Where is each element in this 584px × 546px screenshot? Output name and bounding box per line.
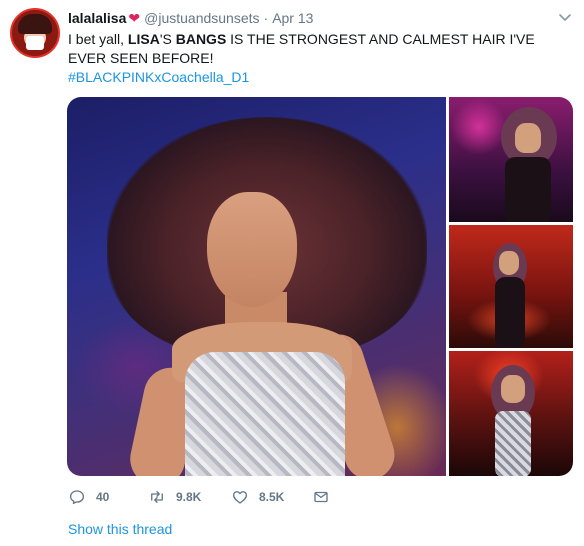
show-thread-link[interactable]: Show this thread xyxy=(68,521,172,537)
like-button[interactable]: 8.5K xyxy=(231,488,284,506)
tweet-text-bold: BANGS xyxy=(175,31,227,47)
tweet-date[interactable]: Apr 13 xyxy=(272,10,313,26)
display-name[interactable]: lalalalisa xyxy=(68,10,126,26)
user-handle[interactable]: @justuandsunsets xyxy=(144,10,259,26)
heart-emoji-icon: ❤ xyxy=(128,10,141,26)
media-grid xyxy=(67,97,573,476)
thumb-outfit xyxy=(495,411,531,476)
avatar[interactable] xyxy=(10,8,60,58)
thumb-face xyxy=(515,123,541,153)
avatar-hair xyxy=(18,14,52,34)
tweet-text-part: 'S xyxy=(159,31,176,47)
separator-dot: · xyxy=(263,10,269,26)
tweet-header: lalalalisa ❤ @justuandsunsets · Apr 13 xyxy=(68,9,313,27)
thumbnail-2[interactable] xyxy=(449,225,573,348)
reply-count: 40 xyxy=(96,490,110,504)
thumb-outfit xyxy=(505,157,551,222)
thumb-outfit xyxy=(495,277,525,348)
like-icon xyxy=(232,491,248,504)
retweet-icon xyxy=(151,491,163,503)
reply-button[interactable]: 40 xyxy=(68,488,109,506)
thumb-face xyxy=(501,375,525,403)
photo-face xyxy=(207,192,297,307)
direct-message-icon xyxy=(314,491,328,503)
tweet-text-part: I bet yall, xyxy=(68,31,128,47)
chevron-down-icon[interactable] xyxy=(557,9,573,25)
retweet-button[interactable]: 9.8K xyxy=(148,488,201,506)
main-photo[interactable] xyxy=(67,97,446,476)
retweet-count: 9.8K xyxy=(176,490,202,504)
photo-sparkle-top xyxy=(185,352,345,476)
tweet-text: I bet yall, LISA'S BANGS IS THE STRONGES… xyxy=(68,30,568,68)
reply-icon xyxy=(69,490,85,505)
thumbnail-1[interactable] xyxy=(449,97,573,222)
tweet[interactable]: lalalalisa ❤ @justuandsunsets · Apr 13 I… xyxy=(0,0,584,546)
hashtag-link[interactable]: #BLACKPINKxCoachella_D1 xyxy=(68,68,249,87)
avatar-face-cover xyxy=(26,36,44,50)
thumbnail-3[interactable] xyxy=(449,351,573,476)
thumb-face xyxy=(499,251,519,275)
tweet-text-bold: LISA xyxy=(127,31,160,47)
like-count: 8.5K xyxy=(259,490,285,504)
direct-message-button[interactable] xyxy=(312,488,330,506)
